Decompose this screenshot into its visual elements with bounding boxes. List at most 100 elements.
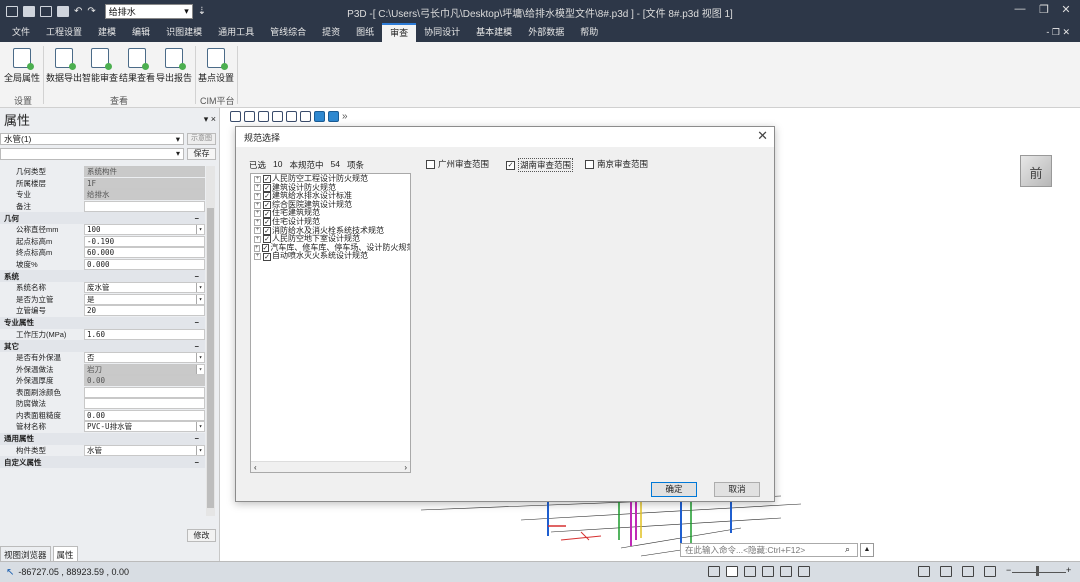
- cancel-button[interactable]: 取消: [714, 482, 760, 497]
- zoom-out-icon[interactable]: −: [1006, 565, 1011, 575]
- more-tools-icon[interactable]: »: [342, 111, 348, 125]
- filter-select[interactable]: ▾: [0, 148, 184, 160]
- menu-file[interactable]: 文件: [4, 23, 38, 42]
- export-report-button[interactable]: 导出报告: [156, 48, 192, 84]
- zoom-extents-icon[interactable]: [230, 111, 241, 122]
- search-icon[interactable]: ⌕: [845, 544, 850, 555]
- section-general[interactable]: 通用属性 −: [0, 432, 205, 445]
- collapse-icon[interactable]: −: [195, 342, 199, 351]
- dropdown-icon[interactable]: ▾: [196, 445, 204, 455]
- collapse-icon[interactable]: −: [195, 434, 199, 443]
- collapse-icon[interactable]: −: [195, 318, 199, 327]
- zoom-in-icon[interactable]: +: [1066, 565, 1071, 575]
- expand-icon[interactable]: +: [254, 210, 261, 218]
- single-view-icon[interactable]: [918, 566, 930, 577]
- menu-basic-modeling[interactable]: 基本建模: [468, 23, 520, 42]
- property-value[interactable]: 是 ▾: [84, 293, 205, 305]
- settings-gear-icon[interactable]: [798, 566, 810, 577]
- menu-edit[interactable]: 编辑: [124, 23, 158, 42]
- panel-pin-close[interactable]: ▾ ×: [204, 114, 216, 125]
- checkbox-icon[interactable]: ✓: [263, 209, 271, 218]
- global-properties-button[interactable]: 全局属性: [4, 48, 40, 84]
- customize-toolbar-icon[interactable]: ⇣: [198, 6, 206, 17]
- checkbox-icon[interactable]: ✓: [263, 183, 271, 192]
- property-value[interactable]: 1.60: [84, 328, 205, 340]
- save-icon[interactable]: [40, 6, 52, 17]
- redo-icon[interactable]: ↷: [87, 6, 95, 17]
- scroll-left-icon[interactable]: ‹: [254, 463, 257, 472]
- checkbox-icon[interactable]: [585, 159, 594, 169]
- menu-drawing-recognition[interactable]: 识图建模: [158, 23, 210, 42]
- menu-review[interactable]: 审查: [382, 23, 417, 42]
- object-snap-icon[interactable]: [762, 566, 774, 577]
- ok-button[interactable]: 确定: [651, 482, 697, 497]
- dropdown-icon[interactable]: ▾: [196, 294, 204, 304]
- collapse-icon[interactable]: −: [195, 272, 199, 281]
- triple-view-icon[interactable]: [962, 566, 974, 577]
- expand-icon[interactable]: +: [254, 244, 260, 252]
- checkbox-icon[interactable]: ✓: [263, 192, 271, 201]
- checkbox-icon[interactable]: ✓: [261, 244, 270, 253]
- expand-icon[interactable]: +: [254, 253, 261, 261]
- expand-icon[interactable]: +: [254, 184, 261, 192]
- zoom-slider-thumb[interactable]: [1036, 566, 1039, 576]
- dropdown-icon[interactable]: ▾: [196, 283, 204, 292]
- section-custom[interactable]: 自定义属性 −: [0, 456, 205, 468]
- collapse-icon[interactable]: −: [195, 458, 199, 467]
- split-view-icon[interactable]: [940, 566, 952, 577]
- property-value[interactable]: 20: [84, 305, 205, 316]
- property-value[interactable]: -0.190: [84, 235, 205, 247]
- ortho-icon[interactable]: [726, 566, 738, 577]
- property-value[interactable]: 60.000: [84, 247, 205, 258]
- property-value[interactable]: 100 ▾: [84, 224, 205, 235]
- property-value[interactable]: 否 ▾: [84, 352, 205, 363]
- expand-icon[interactable]: +: [254, 227, 261, 235]
- expand-icon[interactable]: +: [254, 201, 261, 209]
- save-button[interactable]: 保存: [187, 148, 216, 160]
- menu-drawings[interactable]: 图纸: [348, 23, 382, 42]
- base-point-button[interactable]: 基点设置: [198, 48, 234, 84]
- property-value[interactable]: [84, 200, 205, 212]
- scrollbar-thumb[interactable]: [207, 208, 214, 508]
- polar-icon[interactable]: [744, 566, 756, 577]
- data-export-button[interactable]: 数据导出: [46, 48, 82, 84]
- scroll-right-icon[interactable]: ›: [404, 463, 407, 472]
- tree-horizontal-scrollbar[interactable]: ‹ ›: [251, 461, 410, 472]
- checkbox-icon[interactable]: ✓: [263, 252, 271, 261]
- scope-guangzhou[interactable]: 广州审查范围: [426, 158, 489, 170]
- dropdown-icon[interactable]: ▾: [196, 422, 204, 431]
- checkbox-icon[interactable]: ✓: [263, 175, 271, 184]
- dropdown-icon[interactable]: ▾: [196, 225, 204, 234]
- view-cube[interactable]: 前: [1020, 155, 1052, 187]
- element-type-select[interactable]: 水管(1) ▾: [0, 133, 184, 145]
- menu-help[interactable]: 帮助: [572, 23, 606, 42]
- property-value[interactable]: 废水管 ▾: [84, 282, 205, 293]
- tree-item[interactable]: + ✓ 自动喷水灭火系统设计规范: [251, 252, 410, 261]
- orbit-icon[interactable]: [258, 111, 269, 122]
- checkbox-icon[interactable]: ✓: [263, 201, 271, 210]
- pan-icon[interactable]: [244, 111, 255, 122]
- expand-icon[interactable]: +: [254, 235, 261, 243]
- smart-review-button[interactable]: 智能审查: [82, 48, 118, 84]
- grid-snap-icon[interactable]: [708, 566, 720, 577]
- menu-collaboration[interactable]: 协同设计: [416, 23, 468, 42]
- diagram-button[interactable]: 示意图: [187, 133, 216, 145]
- expand-icon[interactable]: +: [254, 192, 261, 200]
- property-value[interactable]: 0.00: [84, 409, 205, 421]
- section-system[interactable]: 系统 −: [0, 270, 205, 282]
- collapse-icon[interactable]: −: [195, 214, 199, 223]
- restore-button[interactable]: ❐: [1034, 3, 1054, 16]
- dialog-close-icon[interactable]: ✕: [757, 128, 768, 144]
- quad-view-icon[interactable]: [984, 566, 996, 577]
- expand-icon[interactable]: +: [254, 175, 261, 183]
- expand-icon[interactable]: +: [254, 218, 261, 226]
- hidden-line-icon[interactable]: [286, 111, 297, 122]
- checkbox-icon[interactable]: ✓: [263, 226, 271, 235]
- zoom-slider[interactable]: [1012, 572, 1066, 573]
- section-other[interactable]: 其它 −: [0, 340, 205, 352]
- undo-icon[interactable]: ↶: [74, 6, 82, 17]
- menu-data-submit[interactable]: 提资: [314, 23, 348, 42]
- view-results-button[interactable]: 结果查看: [119, 48, 155, 84]
- minimize-button[interactable]: —: [1010, 3, 1030, 15]
- menu-modeling[interactable]: 建模: [90, 23, 124, 42]
